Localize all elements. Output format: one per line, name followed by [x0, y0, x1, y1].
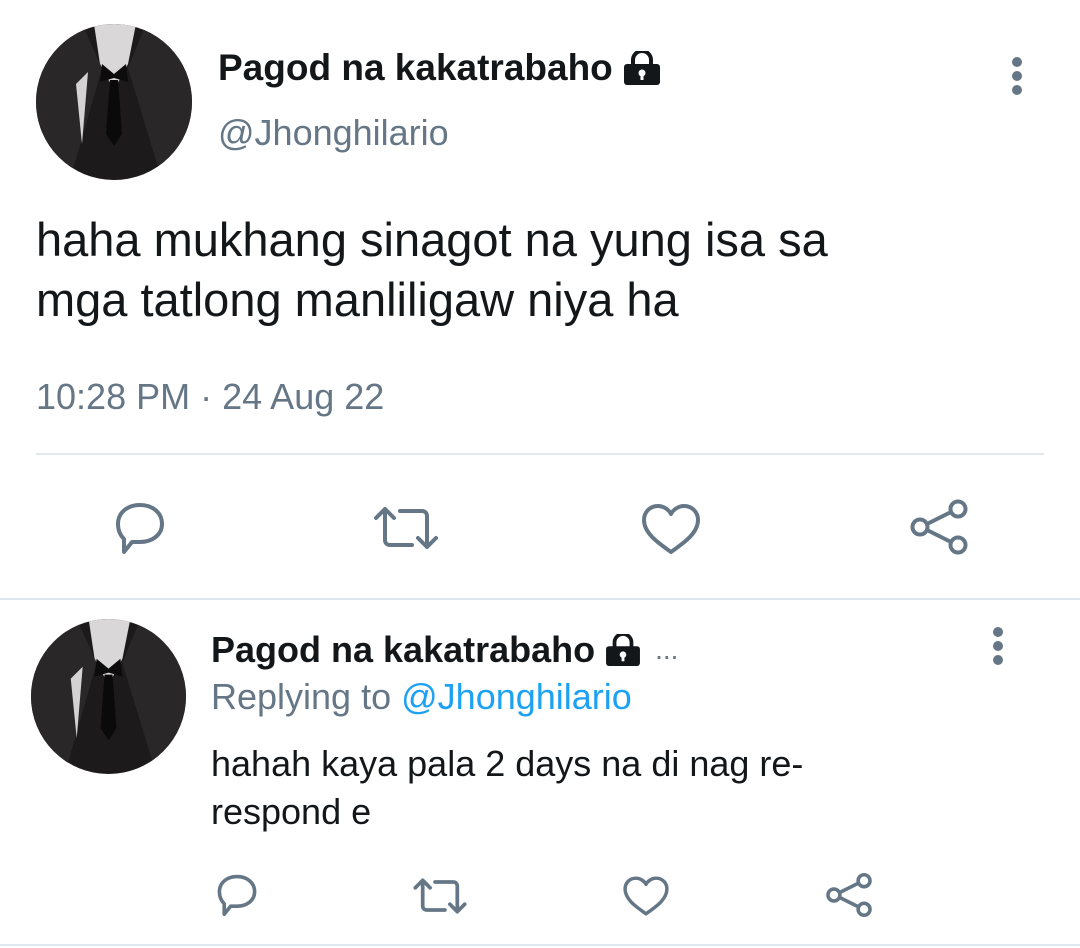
- lock-icon: [605, 634, 641, 666]
- avatar[interactable]: [36, 24, 192, 180]
- share-icon[interactable]: [908, 498, 970, 556]
- heart-icon[interactable]: [640, 502, 702, 556]
- display-name-text: Pagod na kakatrabaho: [211, 629, 596, 670]
- reply-text-line: hahah kaya pala 2 days na di nag re-: [211, 743, 804, 784]
- tweet-text-line: haha mukhang sinagot na yung isa sa: [36, 213, 828, 266]
- replying-to-handle-link[interactable]: @Jhonghilario: [401, 676, 632, 717]
- tweet-timestamp[interactable]: 10:28 PM · 24 Aug 22: [36, 376, 384, 418]
- display-name-text: Pagod na kakatrabaho: [218, 47, 613, 88]
- reply-text: hahah kaya pala 2 days na di nag re- res…: [211, 740, 803, 836]
- more-vertical-icon[interactable]: [985, 625, 1011, 667]
- lock-icon: [623, 51, 661, 85]
- display-name[interactable]: Pagod na kakatrabaho ...: [211, 628, 678, 672]
- timestamp-separator: ·: [200, 376, 213, 417]
- more-vertical-icon[interactable]: [1004, 55, 1030, 97]
- replying-to: Replying to @Jhonghilario: [211, 676, 632, 718]
- retweet-icon[interactable]: [412, 876, 468, 916]
- divider: [0, 944, 1080, 946]
- name-overflow-ellipsis: ...: [655, 634, 679, 665]
- retweet-icon[interactable]: [372, 504, 440, 552]
- reply-icon[interactable]: [110, 500, 170, 556]
- avatar[interactable]: [31, 619, 186, 774]
- divider: [0, 598, 1080, 600]
- tweet-date: 24 Aug 22: [222, 376, 385, 417]
- divider: [36, 453, 1044, 455]
- tweet-text: haha mukhang sinagot na yung isa sa mga …: [36, 210, 828, 330]
- reply-text-line: respond e: [211, 791, 372, 832]
- user-handle[interactable]: @Jhonghilario: [218, 112, 449, 154]
- tweet-text-line: mga tatlong manliligaw niya ha: [36, 273, 679, 326]
- heart-icon[interactable]: [622, 875, 670, 917]
- tweet-time: 10:28 PM: [36, 376, 191, 417]
- display-name[interactable]: Pagod na kakatrabaho: [218, 46, 661, 90]
- share-icon[interactable]: [824, 872, 874, 918]
- reply-icon[interactable]: [213, 872, 261, 918]
- replying-to-label: Replying to: [211, 676, 392, 717]
